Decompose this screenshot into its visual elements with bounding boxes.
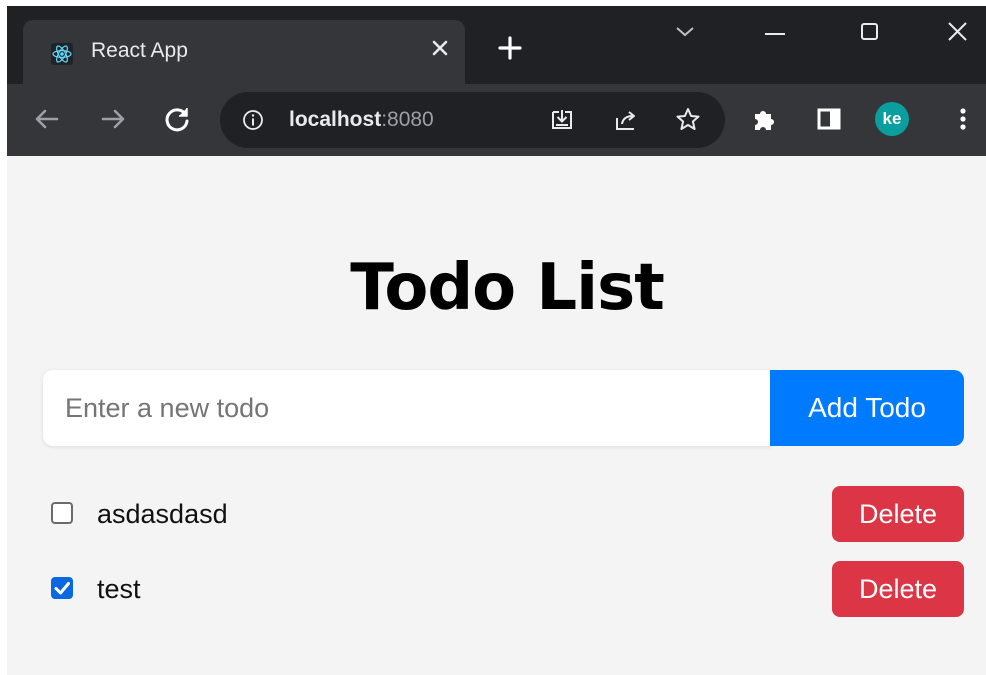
- site-info-icon[interactable]: [242, 109, 264, 131]
- minimize-icon[interactable]: [755, 12, 795, 52]
- more-menu-icon[interactable]: [947, 103, 979, 135]
- side-panel-icon[interactable]: [813, 103, 845, 135]
- delete-button[interactable]: Delete: [832, 561, 964, 617]
- browser-window: React App localhost:8080 ke Todo List En…: [7, 6, 986, 675]
- new-tab-icon[interactable]: [492, 30, 528, 66]
- forward-arrow-icon[interactable]: [95, 101, 131, 137]
- new-todo-input[interactable]: [43, 370, 771, 446]
- profile-avatar[interactable]: ke: [875, 102, 909, 136]
- close-window-icon[interactable]: [937, 12, 977, 52]
- address-port: :8080: [381, 108, 434, 131]
- back-arrow-icon[interactable]: [29, 101, 65, 137]
- tab-search-chevron-icon[interactable]: [665, 12, 705, 52]
- share-icon[interactable]: [612, 106, 640, 134]
- todo-checkbox[interactable]: [51, 502, 73, 524]
- install-app-icon[interactable]: [548, 106, 576, 134]
- add-todo-button[interactable]: Add Todo: [770, 370, 964, 446]
- tab-title: React App: [91, 39, 188, 62]
- delete-button[interactable]: Delete: [832, 486, 964, 542]
- address-host: localhost: [289, 108, 382, 131]
- address-url: localhost:8080: [289, 108, 434, 132]
- todo-item: test Delete: [43, 561, 964, 617]
- page-content: Todo List Add Todo asdasdasd Delete test…: [7, 156, 986, 675]
- address-bar[interactable]: localhost:8080: [220, 92, 725, 148]
- react-logo-icon: [51, 43, 73, 65]
- reload-icon[interactable]: [159, 101, 195, 137]
- todo-text: test: [97, 574, 141, 604]
- close-tab-icon[interactable]: [425, 33, 455, 63]
- bookmark-star-icon[interactable]: [674, 106, 702, 134]
- checkmark-icon: [54, 582, 70, 595]
- browser-titlebar: React App: [7, 6, 986, 84]
- tab-react-app[interactable]: React App: [23, 20, 465, 84]
- todo-item: asdasdasd Delete: [43, 486, 964, 542]
- extensions-puzzle-icon[interactable]: [749, 103, 781, 135]
- todo-text: asdasdasd: [97, 499, 228, 529]
- todo-checkbox[interactable]: [51, 577, 73, 599]
- page-title: Todo List: [350, 251, 665, 325]
- browser-toolbar: localhost:8080 ke: [7, 84, 986, 156]
- maximize-icon[interactable]: [849, 12, 889, 52]
